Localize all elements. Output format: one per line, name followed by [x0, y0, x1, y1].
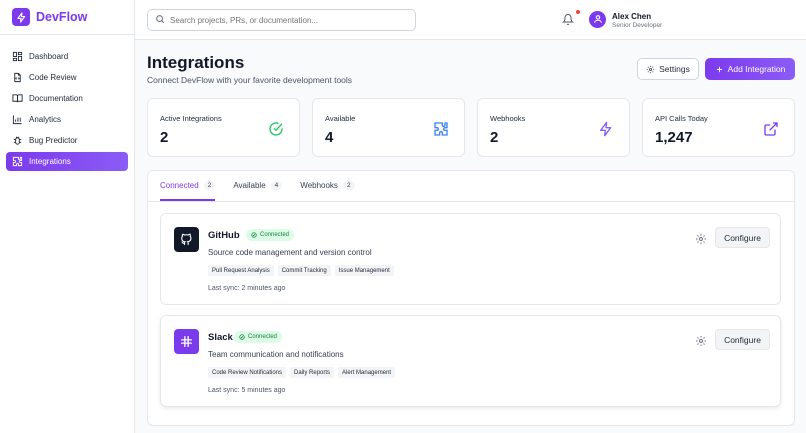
configure-button[interactable]: Configure — [715, 329, 770, 350]
sidebar-item-dashboard[interactable]: Dashboard — [6, 47, 128, 66]
lightning-icon — [12, 8, 30, 26]
chart-icon — [12, 114, 23, 125]
status-badge-label: Connected — [248, 334, 278, 340]
github-icon — [174, 227, 199, 252]
external-link-icon — [763, 121, 779, 137]
tab-count: 2 — [203, 180, 216, 190]
feature-tag: Code Review Notifications — [208, 367, 287, 378]
stat-label: API Calls Today — [655, 114, 708, 123]
stat-value: 4 — [325, 129, 334, 146]
status-badge: Connected — [246, 229, 295, 241]
sidebar-nav: Dashboard Code Review Documentation Anal… — [0, 35, 134, 185]
sidebar-item-documentation[interactable]: Documentation — [6, 89, 128, 108]
user-name: Alex Chen — [612, 12, 652, 21]
puzzle-icon — [433, 121, 449, 137]
gear-icon[interactable] — [695, 232, 707, 244]
search-icon — [155, 11, 165, 29]
feature-tags: Code Review Notifications Daily Reports … — [208, 367, 399, 378]
sidebar-item-analytics[interactable]: Analytics — [6, 110, 128, 129]
tab-label: Connected — [160, 180, 199, 190]
add-integration-button[interactable]: Add Integration — [705, 58, 795, 80]
check-circle-icon — [239, 334, 245, 340]
integration-description: Team communication and notifications — [208, 350, 344, 359]
add-integration-label: Add Integration — [727, 64, 786, 74]
user-icon — [593, 11, 603, 29]
puzzle-icon — [12, 156, 23, 167]
stat-label: Active Integrations — [160, 114, 222, 123]
check-circle-icon — [251, 232, 257, 238]
stat-label: Webhooks — [490, 114, 526, 123]
sidebar-item-label: Code Review — [29, 73, 77, 82]
stat-label: Available — [325, 114, 356, 123]
page-title: Integrations — [147, 53, 245, 72]
check-circle-icon — [268, 121, 284, 137]
search-input[interactable] — [170, 15, 400, 25]
stat-value: 2 — [490, 129, 499, 146]
integration-card-slack: Slack Connected Team communication and n… — [160, 315, 781, 407]
sidebar-item-label: Bug Predictor — [29, 136, 78, 145]
notification-dot — [576, 10, 580, 14]
status-badge-label: Connected — [260, 232, 290, 238]
slack-icon — [174, 329, 199, 354]
integration-description: Source code management and version contr… — [208, 248, 372, 257]
sidebar-item-label: Analytics — [29, 115, 62, 124]
stat-card-active: Active Integrations 2 — [147, 98, 300, 157]
page-subtitle: Connect DevFlow with your favorite devel… — [147, 75, 353, 85]
gear-icon — [646, 65, 655, 73]
topbar — [135, 0, 806, 40]
integration-name: GitHub — [208, 230, 240, 241]
search-box[interactable] — [147, 9, 416, 31]
sidebar-item-label: Integrations — [29, 157, 71, 166]
avatar[interactable] — [589, 11, 606, 28]
lightning-icon — [598, 121, 614, 137]
tab-label: Webhooks — [300, 180, 338, 190]
integrations-panel: Connected 2 Available 4 Webhooks 2 GitHu… — [147, 170, 795, 426]
stat-card-api-calls: API Calls Today 1,247 — [642, 98, 795, 157]
stat-card-available: Available 4 — [312, 98, 465, 157]
feature-tag: Commit Tracking — [277, 265, 331, 276]
last-sync: Last sync: 2 minutes ago — [208, 285, 286, 292]
sidebar-item-integrations[interactable]: Integrations — [6, 152, 128, 171]
bug-icon — [12, 135, 23, 146]
tab-available[interactable]: Available 4 — [233, 171, 283, 201]
user-role: Senior Developer — [612, 22, 663, 29]
integration-card-github: GitHub Connected Source code management … — [160, 213, 781, 305]
feature-tags: Pull Request Analysis Commit Tracking Is… — [208, 265, 398, 276]
tab-bar: Connected 2 Available 4 Webhooks 2 — [160, 171, 373, 201]
tab-webhooks[interactable]: Webhooks 2 — [300, 171, 355, 201]
integration-name: Slack — [208, 332, 233, 343]
gear-icon[interactable] — [695, 334, 707, 346]
bell-icon[interactable] — [561, 13, 575, 26]
brand[interactable]: DevFlow — [0, 0, 134, 35]
feature-tag: Daily Reports — [290, 367, 335, 378]
stat-value: 1,247 — [655, 129, 693, 146]
feature-tag: Alert Management — [338, 367, 396, 378]
sidebar-item-code-review[interactable]: Code Review — [6, 68, 128, 87]
stat-value: 2 — [160, 129, 169, 146]
book-icon — [12, 93, 23, 104]
status-badge: Connected — [234, 331, 283, 343]
feature-tag: Issue Management — [334, 265, 394, 276]
configure-button[interactable]: Configure — [715, 227, 770, 248]
settings-button-label: Settings — [659, 64, 690, 74]
tab-divider — [148, 201, 794, 202]
tab-label: Available — [233, 180, 266, 190]
tab-count: 4 — [270, 180, 283, 190]
code-review-icon — [12, 72, 23, 83]
sidebar-item-bug-predictor[interactable]: Bug Predictor — [6, 131, 128, 150]
feature-tag: Pull Request Analysis — [208, 265, 274, 276]
sidebar: DevFlow Dashboard Code Review Documentat… — [0, 0, 135, 433]
brand-name: DevFlow — [36, 10, 88, 24]
sidebar-item-label: Dashboard — [29, 52, 69, 61]
dashboard-icon — [12, 51, 23, 62]
tab-connected[interactable]: Connected 2 — [160, 171, 216, 201]
plus-icon — [716, 66, 722, 72]
stat-card-webhooks: Webhooks 2 — [477, 98, 630, 157]
sidebar-item-label: Documentation — [29, 94, 83, 103]
last-sync: Last sync: 5 minutes ago — [208, 387, 286, 394]
settings-button[interactable]: Settings — [637, 58, 699, 80]
tab-count: 2 — [342, 180, 355, 190]
